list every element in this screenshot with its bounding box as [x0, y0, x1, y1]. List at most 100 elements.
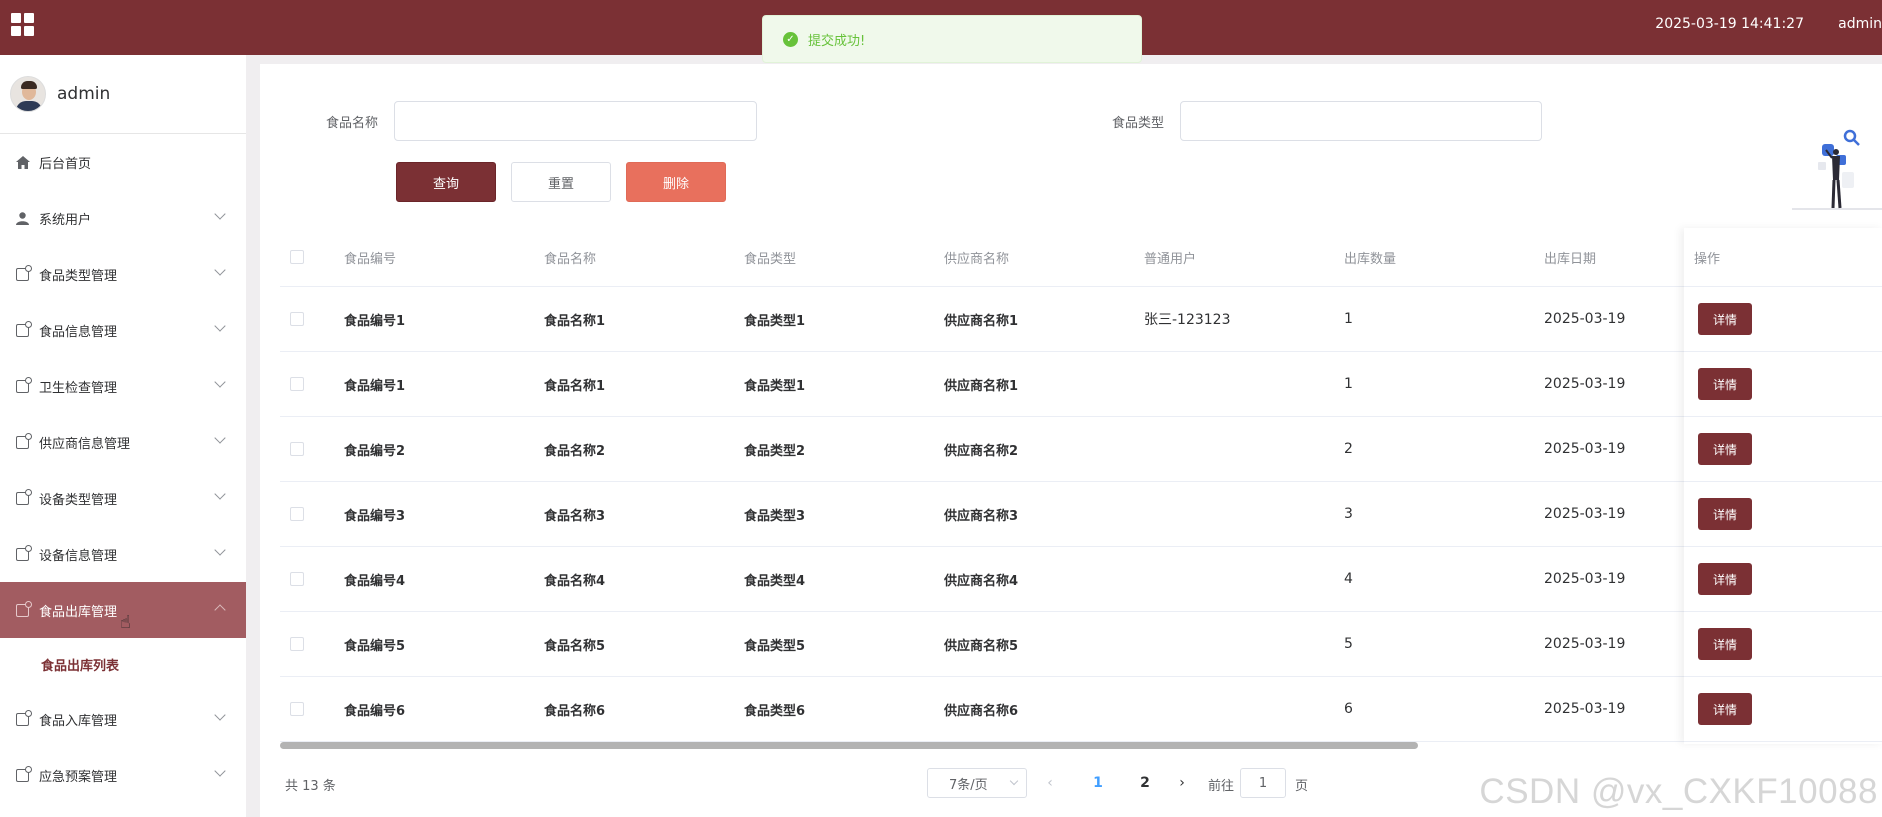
row-checkbox[interactable]: [290, 442, 304, 456]
chevron-down-icon: [214, 544, 226, 556]
check-circle-icon: ✓: [783, 31, 798, 47]
cell-outbound-qty: 1: [1344, 311, 1353, 327]
cell-food-code: 食品编号6: [344, 703, 406, 719]
page-1-button[interactable]: 1: [1083, 769, 1113, 797]
sidebar-item-hygiene-check[interactable]: 卫生检查管理: [0, 358, 246, 414]
table-row: 食品编号1 食品名称1 食品类型1 供应商名称1 1 2025-03-19: [280, 352, 1882, 417]
sidebar-item-food-type[interactable]: 食品类型管理: [0, 246, 246, 302]
sidebar: admin 后台首页 系统用户 食品类型管理 食品信息管理 卫生检查管理 供应商…: [0, 55, 246, 817]
horizontal-scrollbar[interactable]: [280, 742, 1418, 749]
cell-supplier-name: 供应商名称4: [944, 573, 1019, 589]
header-food-name: 食品名称: [544, 251, 597, 267]
chevron-down-icon: [214, 264, 226, 276]
detail-button[interactable]: 详情: [1698, 693, 1752, 725]
action-column: 操作 详情 详情 详情 详情 详情 详情 详情: [1684, 228, 1882, 744]
sidebar-item-label: 系统用户: [39, 212, 92, 228]
sidebar-item-equipment-type[interactable]: 设备类型管理: [0, 470, 246, 526]
row-checkbox[interactable]: [290, 572, 304, 586]
cell-outbound-date: 2025-03-19: [1544, 701, 1626, 717]
sidebar-item-label: 供应商信息管理: [39, 436, 131, 452]
cell-food-name: 食品名称6: [544, 703, 606, 719]
cell-supplier-name: 供应商名称6: [944, 703, 1019, 719]
page-2-button[interactable]: 2: [1130, 769, 1160, 797]
cell-food-name: 食品名称1: [544, 313, 606, 329]
doc-icon: [15, 320, 32, 337]
page-size-select[interactable]: 7条/页: [927, 768, 1027, 798]
main-panel: 食品名称 食品类型 查询 重置 删除 食品编号 食品名称 食品类型 供应商名称 …: [260, 64, 1882, 817]
food-type-input[interactable]: [1180, 101, 1542, 141]
sidebar-item-label: 设备信息管理: [39, 548, 118, 564]
cell-food-name: 食品名称4: [544, 573, 606, 589]
cell-supplier-name: 供应商名称1: [944, 378, 1019, 394]
chevron-down-icon: [214, 765, 226, 777]
prev-page-button[interactable]: ‹: [1040, 769, 1060, 797]
grid-menu-icon[interactable]: [11, 13, 35, 36]
food-name-input[interactable]: [394, 101, 757, 141]
row-checkbox[interactable]: [290, 312, 304, 326]
header-normal-user: 普通用户: [1144, 251, 1197, 267]
cell-food-type: 食品类型5: [744, 638, 806, 654]
table-row: 食品编号1 食品名称1 食品类型1 供应商名称1 张三-123123 1 2025-03-1…: [280, 287, 1882, 352]
home-icon: [15, 155, 30, 169]
header-outbound-qty: 出库数量: [1344, 251, 1397, 267]
doc-icon: [15, 432, 32, 449]
table-row: 食品编号6 食品名称6 食品类型6 供应商名称6 6 2025-03-19: [280, 677, 1882, 742]
goto-page-input[interactable]: [1240, 768, 1286, 798]
chevron-down-icon: [214, 432, 226, 444]
sidebar-item-label: 应急预案管理: [39, 769, 118, 785]
chevron-down-icon: [214, 208, 226, 220]
reset-button[interactable]: 重置: [511, 162, 611, 202]
cell-food-type: 食品类型1: [744, 313, 806, 329]
sidebar-item-emergency-plan[interactable]: 应急预案管理: [0, 747, 246, 803]
sidebar-item-food-info[interactable]: 食品信息管理: [0, 302, 246, 358]
sidebar-item-system-users[interactable]: 系统用户: [0, 190, 246, 246]
cell-food-name: 食品名称2: [544, 443, 606, 459]
cell-outbound-date: 2025-03-19: [1544, 636, 1626, 652]
detail-button[interactable]: 详情: [1698, 433, 1752, 465]
detail-button[interactable]: 详情: [1698, 303, 1752, 335]
doc-icon: [15, 544, 32, 561]
table-body: 食品编号1 食品名称1 食品类型1 供应商名称1 张三-123123 1 2025-03-1…: [280, 287, 1882, 742]
chevron-down-icon: [214, 376, 226, 388]
detail-button[interactable]: 详情: [1698, 628, 1752, 660]
chevron-down-icon: [1009, 776, 1019, 786]
doc-icon: [15, 709, 32, 726]
row-checkbox[interactable]: [290, 377, 304, 391]
table-row: 食品编号5 食品名称5 食品类型5 供应商名称5 5 2025-03-19: [280, 612, 1882, 677]
sidebar-item-home[interactable]: 后台首页: [0, 134, 246, 190]
query-button[interactable]: 查询: [396, 162, 496, 202]
sidebar-item-food-inbound[interactable]: 食品入库管理: [0, 691, 246, 747]
next-page-button[interactable]: ›: [1172, 769, 1192, 797]
sidebar-item-label: 食品信息管理: [39, 324, 118, 340]
cell-outbound-date: 2025-03-19: [1544, 376, 1626, 392]
cell-outbound-qty: 6: [1344, 701, 1353, 717]
sidebar-item-equipment-info[interactable]: 设备信息管理: [0, 526, 246, 582]
sidebar-item-label: 设备类型管理: [39, 492, 118, 508]
cell-outbound-qty: 2: [1344, 441, 1353, 457]
table-header: 食品编号 食品名称 食品类型 供应商名称 普通用户 出库数量 出库日期: [280, 228, 1882, 287]
outbound-table: 食品编号 食品名称 食品类型 供应商名称 普通用户 出库数量 出库日期 食品编号…: [280, 228, 1882, 742]
table-row: 食品编号4 食品名称4 食品类型4 供应商名称4 4 2025-03-19: [280, 547, 1882, 612]
top-username[interactable]: admin: [1838, 16, 1882, 32]
row-checkbox[interactable]: [290, 702, 304, 716]
detail-button[interactable]: 详情: [1698, 563, 1752, 595]
cell-food-code: 食品编号2: [344, 443, 406, 459]
user-icon: [15, 211, 30, 225]
cell-food-type: 食品类型1: [744, 378, 806, 394]
sidebar-subitem-food-outbound-list[interactable]: 食品出库列表: [0, 638, 246, 691]
detail-button[interactable]: 详情: [1698, 498, 1752, 530]
sidebar-item-label: 后台首页: [39, 156, 92, 172]
select-all-checkbox[interactable]: [290, 250, 304, 264]
row-checkbox[interactable]: [290, 637, 304, 651]
doc-icon: [15, 765, 32, 782]
cell-normal-user: 张三-123123: [1144, 312, 1231, 328]
detail-button[interactable]: 详情: [1698, 368, 1752, 400]
cell-outbound-qty: 3: [1344, 506, 1353, 522]
cell-food-code: 食品编号1: [344, 313, 406, 329]
sidebar-item-supplier-info[interactable]: 供应商信息管理: [0, 414, 246, 470]
cell-outbound-date: 2025-03-19: [1544, 441, 1626, 457]
avatar: [10, 76, 46, 112]
delete-button[interactable]: 删除: [626, 162, 726, 202]
cell-food-name: 食品名称1: [544, 378, 606, 394]
row-checkbox[interactable]: [290, 507, 304, 521]
